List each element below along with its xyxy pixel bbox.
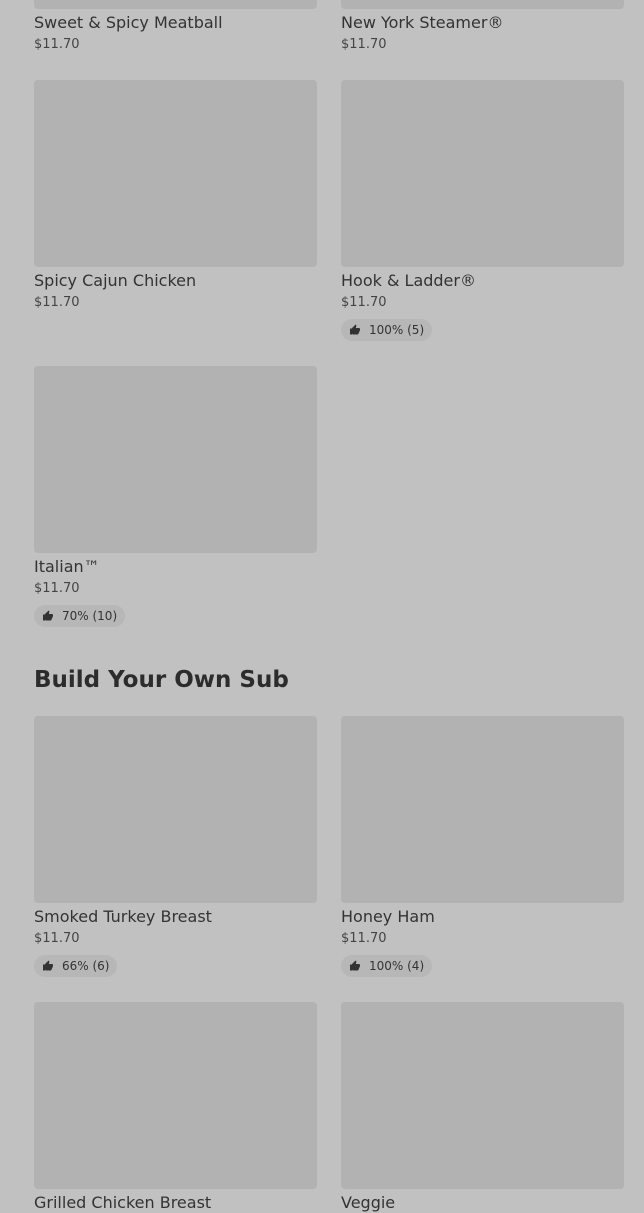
item-price: $11.70 (341, 931, 387, 946)
item-price: $11.70 (34, 295, 80, 310)
menu-item-spicy-cajun-chicken[interactable]: Spicy Cajun Chicken $11.70 (34, 80, 317, 312)
item-image[interactable] (34, 1002, 317, 1189)
item-name: Spicy Cajun Chicken (34, 271, 197, 290)
rating-text: 100% (4) (369, 959, 425, 973)
rating-text: 70% (10) (62, 609, 118, 623)
section-title-build-your-own: Build Your Own Sub (34, 667, 289, 693)
menu-item-smoked-turkey-breast[interactable]: Smoked Turkey Breast $11.70 66% (6) (34, 716, 317, 977)
item-name: Grilled Chicken Breast (34, 1193, 212, 1212)
item-price: $11.70 (341, 37, 387, 52)
rating-badge: 70% (10) (34, 605, 126, 627)
item-name: Smoked Turkey Breast (34, 907, 212, 926)
item-image[interactable] (34, 0, 317, 9)
rating-badge: 100% (5) (341, 319, 433, 341)
item-image[interactable] (34, 80, 317, 267)
item-name: Honey Ham (341, 907, 435, 926)
item-price: $11.70 (34, 931, 80, 946)
menu-item-honey-ham[interactable]: Honey Ham $11.70 100% (4) (341, 716, 624, 977)
item-image[interactable] (34, 366, 317, 553)
rating-badge: 66% (6) (34, 955, 118, 977)
rating-badge: 100% (4) (341, 955, 433, 977)
item-name: Sweet & Spicy Meatball (34, 13, 223, 32)
item-name: Hook & Ladder® (341, 271, 476, 290)
item-image[interactable] (341, 80, 624, 267)
item-price: $11.70 (341, 295, 387, 310)
item-image[interactable] (341, 0, 624, 9)
item-name: Veggie (341, 1193, 396, 1212)
thumbs-up-icon (43, 960, 53, 971)
thumbs-up-icon (43, 610, 53, 621)
item-name: New York Steamer® (341, 13, 504, 32)
thumbs-up-icon (350, 960, 360, 971)
item-image[interactable] (341, 716, 624, 903)
item-price: $11.70 (34, 581, 80, 596)
menu-item-sweet-spicy-meatball[interactable]: Sweet & Spicy Meatball $11.70 (34, 0, 317, 54)
menu-item-hook-ladder[interactable]: Hook & Ladder® $11.70 100% (5) (341, 80, 624, 341)
menu-item-veggie[interactable]: Veggie (341, 1002, 624, 1213)
menu-item-grilled-chicken-breast[interactable]: Grilled Chicken Breast (34, 1002, 317, 1213)
item-name: Italian™ (34, 557, 100, 576)
menu-item-italian[interactable]: Italian™ $11.70 70% (10) (34, 366, 317, 627)
rating-text: 66% (6) (62, 959, 110, 973)
rating-text: 100% (5) (369, 323, 425, 337)
item-price: $11.70 (34, 37, 80, 52)
menu-item-new-york-steamer[interactable]: New York Steamer® $11.70 (341, 0, 624, 54)
item-image[interactable] (341, 1002, 624, 1189)
item-image[interactable] (34, 716, 317, 903)
thumbs-up-icon (350, 324, 360, 335)
